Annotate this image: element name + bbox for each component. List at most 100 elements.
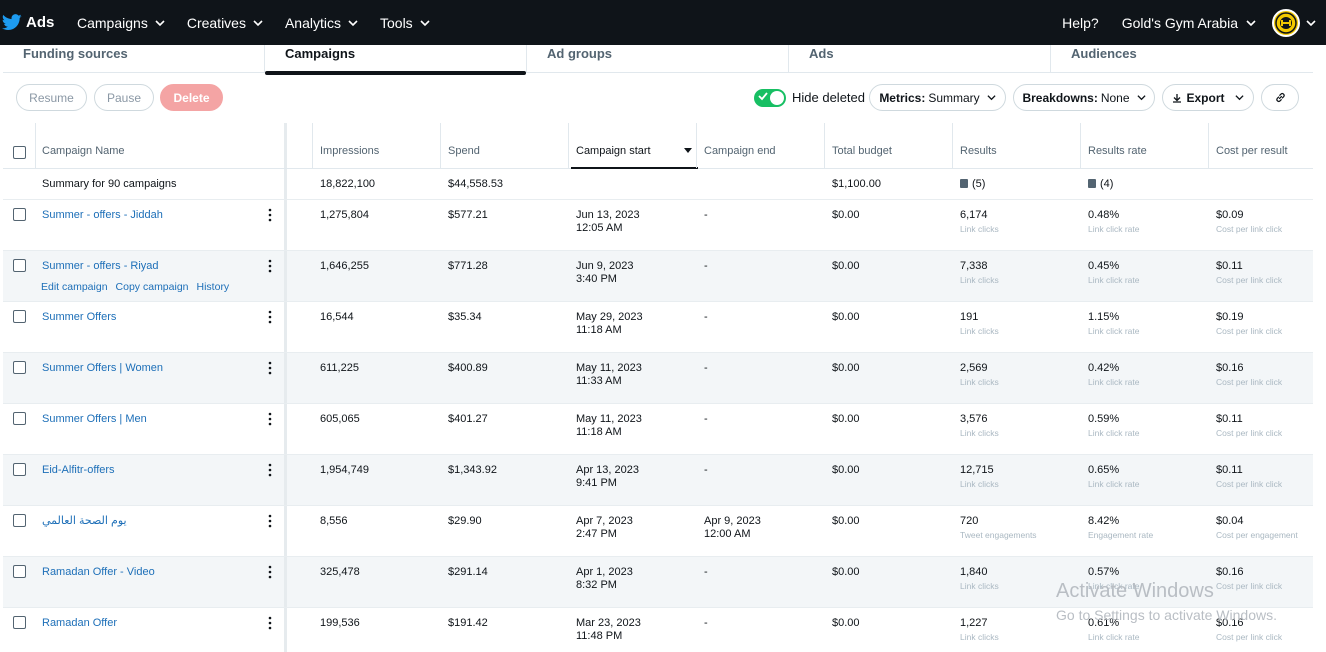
tab-ad-groups[interactable]: Ad groups [527, 45, 789, 73]
header-campaign-end[interactable]: Campaign end [704, 145, 776, 158]
tab-ads[interactable]: Ads [789, 45, 1051, 73]
help-link[interactable]: Help? [1062, 15, 1099, 31]
table-row[interactable]: Ramadan Offer 199,536 $191.42 Mar 23, 2023 1… [3, 608, 1313, 652]
frozen-column-divider[interactable] [284, 123, 287, 168]
brand-label: Ads [26, 14, 55, 31]
more-options-icon[interactable] [265, 463, 275, 477]
campaign-name-link[interactable]: Summer Offers [42, 311, 116, 323]
header-results-rate[interactable]: Results rate [1088, 145, 1147, 158]
header-cost-per-result[interactable]: Cost per result [1216, 145, 1288, 158]
edit-campaign-link[interactable]: Edit campaign [41, 281, 108, 293]
more-options-icon[interactable] [265, 259, 275, 273]
campaign-end-cell: - [704, 413, 708, 426]
column-divider [952, 123, 953, 168]
campaign-name-link[interactable]: Summer - offers - Jiddah [42, 209, 163, 221]
header-campaign-start[interactable]: Campaign start [576, 145, 651, 158]
row-checkbox[interactable] [13, 310, 26, 323]
results-rate-type: Link click rate [1088, 224, 1140, 234]
tab-audiences[interactable]: Audiences [1051, 45, 1313, 73]
avatar[interactable] [1272, 8, 1300, 37]
more-options-icon[interactable] [265, 310, 275, 324]
nav-analytics[interactable]: Analytics [285, 15, 358, 31]
pause-button[interactable]: Pause [94, 84, 154, 111]
more-options-icon[interactable] [265, 565, 275, 579]
table-row[interactable]: Eid-Alfitr-offers 1,954,749 $1,343.92 Apr 1… [3, 455, 1313, 506]
results-rate-type: Link click rate [1088, 326, 1140, 336]
table-row[interactable]: Summer Offers 16,544 $35.34 May 29, 2023 11:… [3, 302, 1313, 353]
sort-desc-icon[interactable] [684, 148, 692, 153]
table-row[interactable]: Summer Offers | Women 611,225 $400.89 May 1… [3, 353, 1313, 404]
table-row[interactable]: Summer - offers - Jiddah 1,275,804 $577.21… [3, 200, 1313, 251]
frozen-column-divider [284, 557, 287, 607]
row-checkbox[interactable] [13, 361, 26, 374]
campaign-name-link[interactable]: Ramadan Offer - Video [42, 566, 155, 578]
breakdowns-label: Breakdowns: [1022, 90, 1098, 105]
column-divider [440, 123, 441, 168]
resume-button[interactable]: Resume [16, 84, 87, 111]
tab-funding-sources[interactable]: Funding sources [3, 45, 265, 73]
history-link[interactable]: History [197, 281, 230, 293]
export-button[interactable]: Export [1162, 84, 1254, 111]
chevron-down-icon[interactable] [1306, 18, 1316, 28]
select-all-checkbox[interactable] [13, 146, 26, 159]
hide-deleted-toggle[interactable] [754, 89, 786, 107]
table-row[interactable]: Summer - offers - Riyad Edit campaign Copy… [3, 251, 1313, 302]
campaign-start-cell: May 11, 2023 11:33 AM [576, 362, 642, 388]
start-date: May 11, 2023 [576, 362, 642, 374]
more-options-icon[interactable] [265, 208, 275, 222]
table-row[interactable]: Summer Offers | Men 605,065 $401.27 May 11,… [3, 404, 1313, 455]
share-link-button[interactable] [1261, 84, 1299, 111]
row-checkbox[interactable] [13, 565, 26, 578]
results-rate-cell: 8.42% Engagement rate [1088, 515, 1153, 542]
more-options-icon[interactable] [265, 361, 275, 375]
more-options-icon[interactable] [265, 616, 275, 630]
table-row[interactable]: يوم الصحة العالمي 8,556 $29.90 Apr 7, 2023 2… [3, 506, 1313, 557]
delete-button[interactable]: Delete [160, 84, 223, 111]
tab-campaigns[interactable]: Campaigns [265, 45, 527, 75]
budget-cell: $0.00 [832, 260, 860, 272]
end-date: - [704, 209, 708, 221]
account-switcher[interactable]: Gold's Gym Arabia [1122, 15, 1256, 31]
header-results[interactable]: Results [960, 145, 997, 158]
campaign-name-link[interactable]: Summer - offers - Riyad [42, 260, 159, 272]
impressions-cell: 1,646,255 [320, 260, 369, 272]
results-value: 1,840 [960, 566, 988, 578]
header-spend[interactable]: Spend [448, 145, 480, 158]
more-options-icon[interactable] [265, 514, 275, 528]
campaign-name-link[interactable]: Summer Offers | Women [42, 362, 163, 374]
row-checkbox[interactable] [13, 463, 26, 476]
cost-type: Cost per link click [1216, 275, 1283, 285]
cost-per-result-cell: $0.16 Cost per link click [1216, 566, 1282, 593]
campaign-name-link[interactable]: يوم الصحة العالمي [42, 515, 127, 527]
row-checkbox[interactable] [13, 259, 26, 272]
breakdowns-dropdown[interactable]: Breakdowns: None [1013, 84, 1155, 111]
campaign-name-cell: Ramadan Offer - Video [42, 566, 155, 579]
table-row[interactable]: Ramadan Offer - Video 325,478 $291.14 Apr 1… [3, 557, 1313, 608]
campaign-name-link[interactable]: Summer Offers | Men [42, 413, 147, 425]
copy-campaign-link[interactable]: Copy campaign [116, 281, 189, 293]
nav-creatives[interactable]: Creatives [187, 15, 263, 31]
campaign-name-link[interactable]: Ramadan Offer [42, 617, 117, 629]
campaign-end-cell: - [704, 209, 708, 222]
brand[interactable]: Ads [2, 14, 66, 31]
header-total-budget[interactable]: Total budget [832, 145, 892, 158]
header-campaign-name[interactable]: Campaign Name [42, 145, 125, 158]
row-checkbox[interactable] [13, 208, 26, 221]
spend-cell: $191.42 [448, 617, 488, 629]
row-checkbox[interactable] [13, 616, 26, 629]
impressions-cell: 199,536 [320, 617, 360, 629]
results-rate-cell: 0.48% Link click rate [1088, 209, 1140, 236]
campaigns-table: Campaign Name Impressions Spend Campaign… [3, 123, 1313, 652]
campaign-start-cell: Apr 7, 2023 2:47 PM [576, 515, 633, 541]
campaign-name-link[interactable]: Eid-Alfitr-offers [42, 464, 115, 476]
more-options-icon[interactable] [265, 412, 275, 426]
nav-campaigns[interactable]: Campaigns [77, 15, 165, 31]
document-icon [1088, 178, 1096, 188]
row-checkbox[interactable] [13, 514, 26, 527]
header-impressions[interactable]: Impressions [320, 145, 379, 158]
row-checkbox[interactable] [13, 412, 26, 425]
metrics-dropdown[interactable]: Metrics: Summary [869, 84, 1006, 111]
start-date: Apr 1, 2023 [576, 566, 633, 578]
results-value: 6,174 [960, 209, 988, 221]
nav-tools[interactable]: Tools [380, 15, 430, 31]
